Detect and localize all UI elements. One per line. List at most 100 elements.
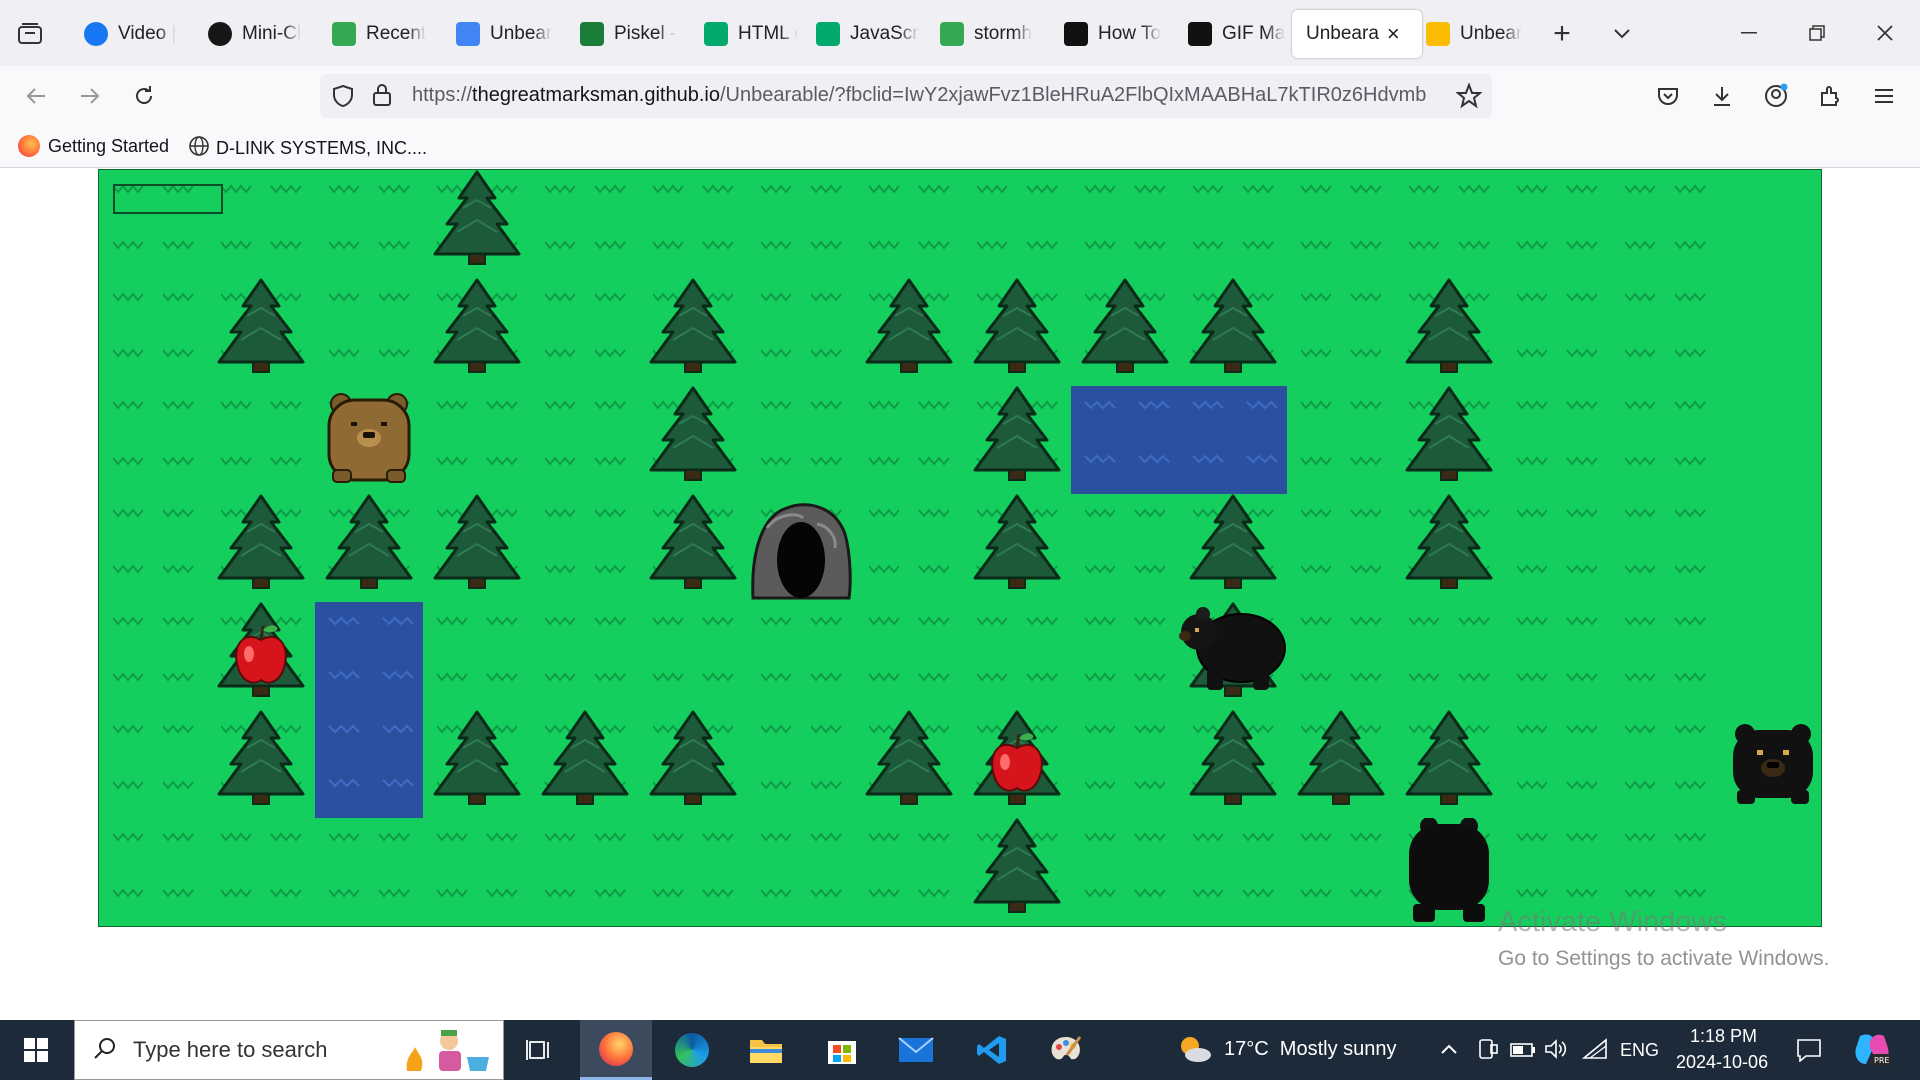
show-hidden-icons-chevron-icon[interactable]: [1440, 1042, 1458, 1060]
tab-label: Piskel -: [614, 23, 677, 44]
firefox-icon: [599, 1031, 633, 1066]
pine-tree: [855, 278, 963, 386]
activate-windows-watermark: Activate Windows Go to Settings to activ…: [1498, 906, 1830, 971]
pine-tree: [423, 710, 531, 818]
search-placeholder: Type here to search: [133, 1037, 328, 1062]
pine-tree: [639, 386, 747, 494]
pine-tree: [1395, 494, 1503, 602]
tab-label: Recent: [366, 23, 427, 44]
lock-icon[interactable]: [372, 83, 392, 112]
search-highlight-illustration-icon: [397, 1027, 497, 1080]
reload-button[interactable]: [126, 78, 162, 114]
extensions-icon[interactable]: [1812, 78, 1848, 114]
address-bar[interactable]: https://thegreatmarksman.github.io/Unbea…: [320, 74, 1492, 118]
firefox-icon: [18, 135, 40, 157]
watermark-subtitle: Go to Settings to activate Windows.: [1498, 947, 1830, 970]
bookmark-getting-started[interactable]: Getting Started: [18, 135, 169, 157]
url-text[interactable]: https://thegreatmarksman.github.io/Unbea…: [412, 84, 1432, 107]
apple: [963, 710, 1071, 818]
tracking-protection-shield-icon[interactable]: [332, 84, 354, 113]
browser-tab[interactable]: Unbear: [442, 10, 560, 58]
browser-tab[interactable]: Recent: [318, 10, 436, 58]
enemy-black-bear: [1179, 602, 1287, 710]
navigation-toolbar: https://thegreatmarksman.github.io/Unbea…: [0, 66, 1920, 126]
edge-icon: [675, 1033, 709, 1067]
browser-tab[interactable]: Unbeara ×: [1292, 10, 1422, 58]
tab-label: Unbear: [1460, 23, 1523, 44]
taskbar-paint[interactable]: [1030, 1020, 1102, 1080]
account-icon[interactable]: [1758, 78, 1794, 114]
bookmark-label: Getting Started: [48, 135, 170, 156]
taskbar-edge[interactable]: [656, 1020, 728, 1080]
pine-tree: [1179, 710, 1287, 818]
pine-tree: [207, 278, 315, 386]
pine-tree: [963, 494, 1071, 602]
task-view-button[interactable]: [504, 1020, 576, 1080]
browser-tab[interactable]: GIF Ma: [1174, 10, 1286, 58]
taskbar-search-box[interactable]: Type here to search: [74, 1020, 504, 1080]
tab-list-icon[interactable]: [12, 16, 48, 52]
restore-button[interactable]: [1794, 16, 1840, 50]
water-pond: [1071, 386, 1287, 494]
back-button[interactable]: [18, 78, 54, 114]
new-tab-button[interactable]: +: [1546, 17, 1578, 50]
facebook-icon: [84, 22, 108, 46]
tab-overflow-chevron-icon[interactable]: [1606, 18, 1638, 50]
wifi-icon[interactable]: [1581, 1038, 1608, 1065]
battery-icon[interactable]: [1510, 1042, 1536, 1063]
bookmark-d-link[interactable]: D-LINK SYSTEMS, INC....: [188, 135, 427, 162]
search-icon: [93, 1036, 117, 1065]
copilot-icon[interactable]: PRE: [1852, 1032, 1892, 1073]
minimize-button[interactable]: [1726, 16, 1772, 50]
browser-tab[interactable]: HTML c: [690, 10, 798, 58]
tab-label: Video |: [118, 23, 177, 44]
start-button[interactable]: [0, 1020, 72, 1080]
taskbar-mail[interactable]: [880, 1020, 952, 1080]
volume-icon[interactable]: [1544, 1038, 1568, 1065]
meet-now-icon[interactable]: [1478, 1038, 1498, 1065]
apple: [207, 602, 315, 710]
notifications-icon[interactable]: [1796, 1038, 1822, 1067]
taskbar-microsoft-store[interactable]: [806, 1020, 878, 1080]
taskbar-file-explorer[interactable]: [730, 1020, 802, 1080]
w3schools-icon: [704, 22, 728, 46]
pine-tree: [1287, 710, 1395, 818]
browser-tab[interactable]: Piskel -: [566, 10, 684, 58]
paint-palette-icon: [1051, 1036, 1082, 1060]
browser-tab[interactable]: Video |: [70, 10, 188, 58]
close-tab-icon[interactable]: ×: [1387, 21, 1400, 47]
input-language[interactable]: ENG: [1620, 1040, 1659, 1061]
google-drive-icon: [332, 22, 356, 46]
pine-tree: [639, 278, 747, 386]
browser-tab[interactable]: stormh: [926, 10, 1044, 58]
watermark-title: Activate Windows: [1498, 906, 1727, 938]
health-bar: [113, 184, 223, 214]
player-bear: [315, 386, 423, 494]
browser-tab[interactable]: JavaScr: [802, 10, 920, 58]
game-canvas[interactable]: [98, 169, 1822, 927]
pine-tree: [315, 494, 423, 602]
tab-label: stormh: [974, 23, 1033, 44]
close-window-button[interactable]: [1862, 16, 1908, 50]
pocket-icon[interactable]: [1650, 78, 1686, 114]
browser-tab[interactable]: Unbear: [1412, 10, 1532, 58]
tab-label: Unbeara: [1306, 23, 1379, 44]
clock-time[interactable]: 1:18 PM: [1690, 1026, 1757, 1047]
menu-icon[interactable]: [1866, 78, 1902, 114]
clock-date[interactable]: 2024-10-06: [1676, 1052, 1768, 1073]
taskbar-vscode[interactable]: [956, 1020, 1028, 1080]
pine-tree: [963, 386, 1071, 494]
weather-text[interactable]: 17°C Mostly sunny: [1224, 1038, 1397, 1061]
downloads-icon[interactable]: [1704, 78, 1740, 114]
browser-tab[interactable]: Mini-Cl: [194, 10, 312, 58]
pine-tree: [1395, 278, 1503, 386]
taskbar-firefox[interactable]: [580, 1020, 652, 1080]
browser-tab[interactable]: How To: [1050, 10, 1168, 58]
pine-tree: [207, 494, 315, 602]
mail-icon: [898, 1037, 934, 1062]
globe-icon: [188, 135, 210, 162]
bookmark-star-icon[interactable]: [1455, 82, 1483, 114]
store-icon: [828, 1041, 856, 1064]
forward-button[interactable]: [72, 78, 108, 114]
bookmarks-toolbar: Getting Started D-LINK SYSTEMS, INC....: [0, 126, 1920, 168]
